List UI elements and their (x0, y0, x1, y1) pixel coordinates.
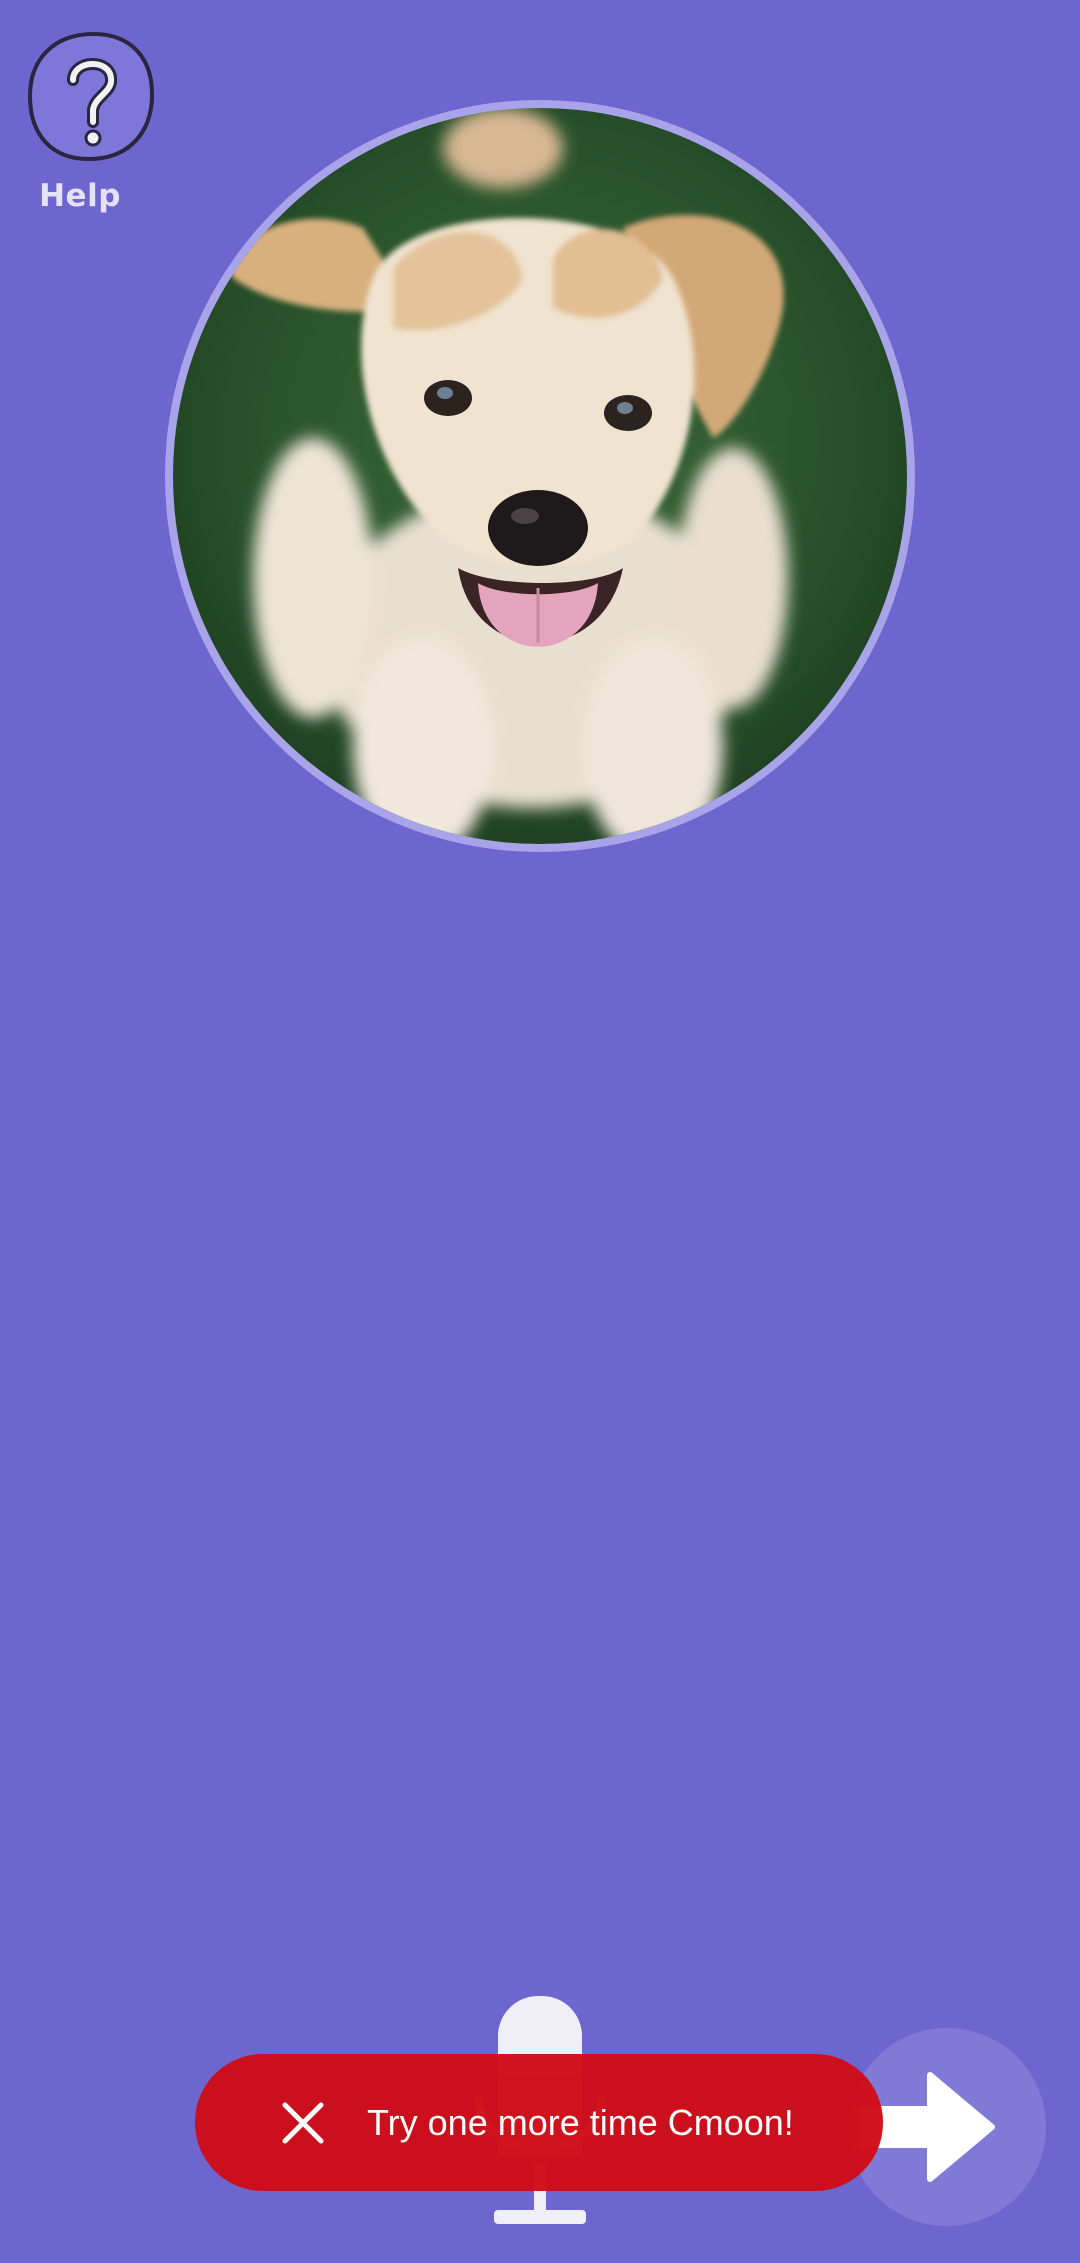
help-question-icon[interactable] (25, 30, 157, 164)
close-icon[interactable] (281, 2101, 325, 2145)
toast-message: Try one more time Cmoon! (367, 2101, 794, 2143)
help-button[interactable]: Help (18, 30, 164, 214)
main-screen: { "help": { "label": "Help", "icon": "he… (0, 0, 1080, 2263)
puppy-image (173, 108, 907, 844)
help-label: Help (39, 178, 121, 214)
error-toast: Try one more time Cmoon! (195, 2054, 883, 2191)
photo-frame (165, 100, 915, 852)
